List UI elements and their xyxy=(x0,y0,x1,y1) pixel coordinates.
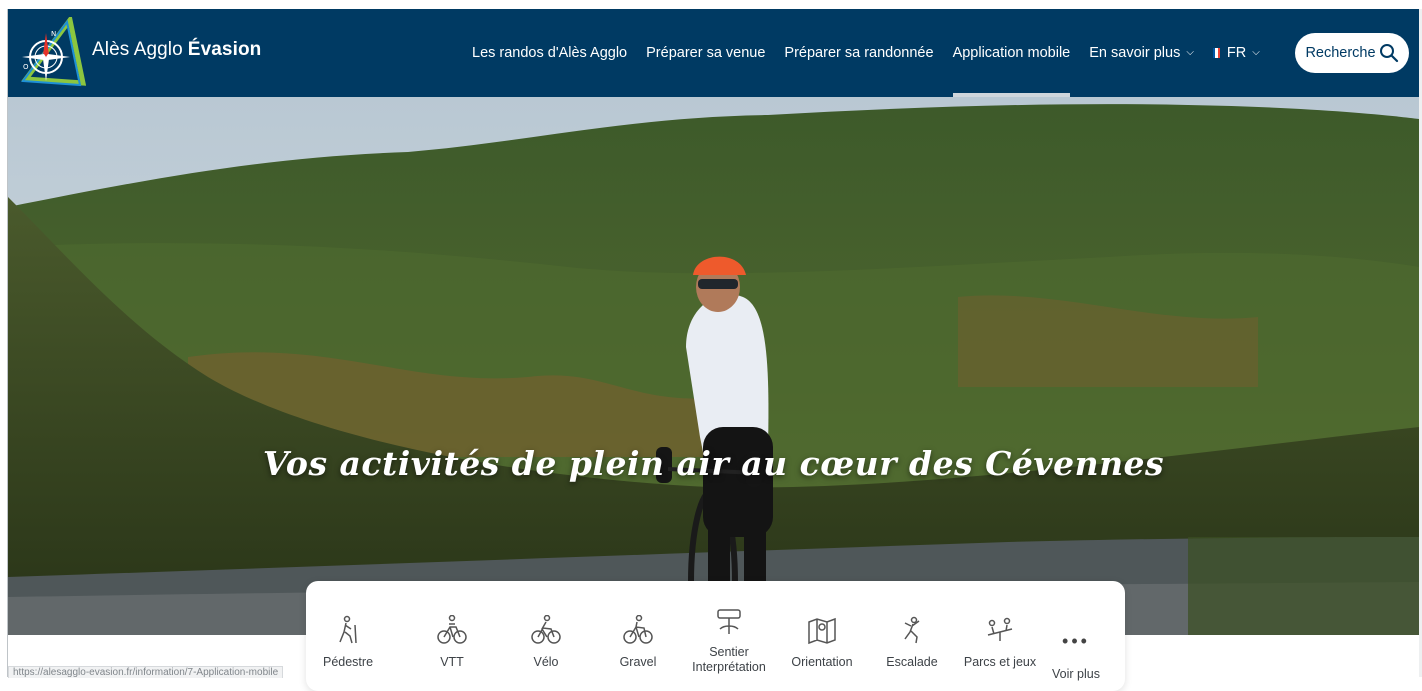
nav-item-application-mobile[interactable]: Application mobile xyxy=(952,9,1071,97)
climber-icon xyxy=(904,616,920,644)
activity-orientation[interactable]: Orientation xyxy=(780,581,864,691)
nav-item-preparer-randonnee[interactable]: Préparer sa randonnée xyxy=(784,9,933,97)
activity-label: Sentier Interprétation xyxy=(687,645,771,675)
activity-pedestre[interactable]: Pédestre xyxy=(306,581,390,691)
language-label: FR xyxy=(1226,45,1247,61)
cyclist-icon xyxy=(531,615,561,644)
activity-parcs-et-jeux[interactable]: Parcs et jeux xyxy=(958,581,1042,691)
status-bar-url: https://alesagglo-evasion.fr/information… xyxy=(8,666,284,678)
chevron-down-icon: ⌵ xyxy=(1186,46,1194,58)
activities-bar: Pédestre VTT Vélo Gravel Sentier Interpré… xyxy=(306,581,1125,691)
nav-item-preparer-venue[interactable]: Préparer sa venue xyxy=(646,9,765,97)
activity-label: Escalade xyxy=(886,655,938,669)
nav-item-en-savoir-plus[interactable]: En savoir plus ⌵ xyxy=(1089,9,1194,97)
compass-logo-icon[interactable]: N O xyxy=(20,14,87,91)
activity-label: Pédestre xyxy=(322,655,374,669)
nav-label: Préparer sa randonnée xyxy=(784,45,934,61)
main-nav: Les randos d'Alès Agglo Préparer sa venu… xyxy=(472,9,1279,97)
activity-label: Parcs et jeux xyxy=(963,655,1037,669)
mountain-bike-icon xyxy=(437,615,467,644)
activity-velo[interactable]: Vélo xyxy=(504,581,588,691)
language-selector[interactable]: FR ⌵ xyxy=(1212,9,1260,97)
activity-label: Vélo xyxy=(533,655,559,669)
hiker-icon xyxy=(339,615,357,644)
svg-text:N: N xyxy=(51,30,56,38)
map-icon xyxy=(808,617,836,645)
label-line: Sentier xyxy=(709,645,749,659)
activity-label: Orientation xyxy=(791,655,853,669)
search-button[interactable]: Recherche xyxy=(1295,33,1409,73)
label-line: Interprétation xyxy=(692,660,766,674)
nav-label: En savoir plus xyxy=(1089,45,1181,61)
more-dots-icon: ••• xyxy=(1062,631,1090,651)
site-header: N O Alès Agglo Évasion Les randos d'Alès … xyxy=(8,9,1419,97)
hero-image xyxy=(8,97,1419,635)
nav-label: Préparer sa venue xyxy=(646,45,766,61)
svg-text:O: O xyxy=(23,63,29,71)
brand-name-bold: Évasion xyxy=(187,39,262,60)
activity-label: VTT xyxy=(440,655,464,669)
activity-vtt[interactable]: VTT xyxy=(410,581,494,691)
hero-banner: Vos activités de plein air au cœur des C… xyxy=(8,97,1419,635)
search-icon xyxy=(1379,44,1398,63)
brand-name: Alès Agglo xyxy=(92,39,183,60)
hero-title: Vos activités de plein air au cœur des C… xyxy=(262,444,1165,483)
activity-gravel[interactable]: Gravel xyxy=(596,581,680,691)
activity-label: Gravel xyxy=(619,655,657,669)
french-flag-icon xyxy=(1212,48,1220,58)
site-brand[interactable]: Alès Agglo Évasion xyxy=(92,39,261,61)
activity-escalade[interactable]: Escalade xyxy=(870,581,954,691)
playground-icon xyxy=(987,617,1013,641)
nav-item-randos[interactable]: Les randos d'Alès Agglo xyxy=(472,9,627,97)
activity-sentier-interpretation[interactable]: Sentier Interprétation xyxy=(687,581,771,691)
activity-label: Voir plus xyxy=(1052,667,1100,681)
signpost-icon xyxy=(717,609,741,634)
search-label: Recherche xyxy=(1305,45,1376,61)
chevron-down-icon: ⌵ xyxy=(1252,46,1260,58)
gravel-bike-icon xyxy=(623,615,653,644)
nav-label: Application mobile xyxy=(952,45,1071,61)
nav-label: Les randos d'Alès Agglo xyxy=(472,45,628,61)
activity-voir-plus[interactable]: ••• Voir plus xyxy=(1046,581,1106,691)
